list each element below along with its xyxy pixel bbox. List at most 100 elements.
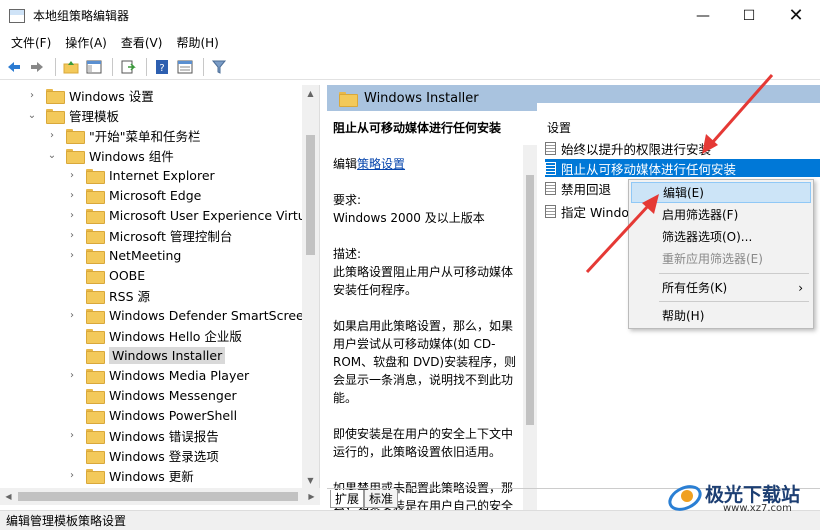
context-menu-help[interactable]: 帮助(H) (631, 305, 811, 326)
show-hide-tree-button[interactable] (84, 57, 104, 77)
tree-vertical-scrollbar[interactable]: ▲ ▼ (302, 85, 319, 489)
tree-item[interactable]: › Microsoft User Experience Virtualiz (66, 205, 319, 225)
folder-icon (86, 288, 105, 304)
tree-item[interactable]: Windows 登录选项 (66, 445, 219, 465)
tree-item[interactable]: › Microsoft 管理控制台 (66, 225, 232, 245)
tree-item-label: Windows Defender SmartScreen (109, 307, 312, 323)
folder-icon (86, 428, 105, 444)
properties-button[interactable] (175, 57, 195, 77)
requirements-value: Windows 2000 及以上版本 (333, 211, 485, 225)
menu-action[interactable]: 操作(A) (58, 34, 114, 51)
collapsed-chevron-icon[interactable]: › (66, 230, 78, 241)
tree-item[interactable]: Windows PowerShell (66, 405, 237, 425)
collapsed-chevron-icon[interactable]: › (66, 210, 78, 221)
collapsed-chevron-icon[interactable]: › (66, 170, 78, 181)
collapsed-chevron-icon[interactable]: › (66, 470, 78, 481)
scroll-down-icon[interactable]: ▼ (302, 472, 319, 489)
tree-item[interactable]: OOBE (66, 265, 145, 285)
description-scrollbar[interactable] (523, 145, 537, 530)
folder-icon (46, 108, 65, 124)
tree-item[interactable]: › Windows Media Player (66, 365, 249, 385)
menu-separator (659, 273, 809, 274)
tree-item[interactable]: › Windows 设置 (26, 85, 154, 105)
tree-horizontal-scrollbar[interactable]: ◀ ▶ (0, 488, 320, 505)
policy-editor-app-icon (9, 8, 25, 23)
tree-item-label: OOBE (109, 267, 146, 283)
scroll-thumb[interactable] (306, 135, 315, 255)
tree-item-label: Windows 组件 (89, 148, 174, 164)
scroll-left-icon[interactable]: ◀ (0, 488, 17, 505)
close-button[interactable]: ✕ (772, 0, 820, 31)
expanded-chevron-icon[interactable]: ⌄ (46, 150, 58, 161)
scroll-thumb[interactable] (526, 175, 534, 425)
menu-help[interactable]: 帮助(H) (169, 34, 225, 51)
collapsed-chevron-icon[interactable]: › (66, 370, 78, 381)
scroll-up-icon[interactable]: ▲ (302, 85, 319, 102)
tree-item-selected[interactable]: Windows Installer (66, 345, 226, 365)
edit-policy-link[interactable]: 策略设置 (357, 157, 405, 171)
folder-icon (86, 268, 105, 284)
tree-item-label: Windows Hello 企业版 (109, 328, 242, 344)
up-folder-button[interactable] (61, 57, 81, 77)
tree-item[interactable]: › Windows 错误报告 (66, 425, 219, 445)
collapsed-chevron-icon[interactable]: › (66, 430, 78, 441)
setting-row[interactable]: 始终以提升的权限进行安装 (545, 139, 820, 157)
back-button[interactable] (4, 57, 24, 77)
description-paragraph-2: 即使安装是在用户的安全上下文中运行的，此策略设置依旧适用。 (333, 427, 514, 459)
details-header-title: Windows Installer (364, 90, 479, 106)
forward-arrow-icon (31, 62, 43, 72)
menu-separator (659, 301, 809, 302)
site-watermark: 极光下载站 www.xz7.com (665, 476, 820, 516)
scroll-right-icon[interactable]: ▶ (303, 488, 320, 505)
tree-item[interactable]: RSS 源 (66, 285, 150, 305)
tree-item[interactable]: Windows Hello 企业版 (66, 325, 242, 345)
tab-extended[interactable]: 扩展 (330, 490, 365, 508)
tree-item[interactable]: Windows Messenger (66, 385, 237, 405)
collapsed-chevron-icon[interactable]: › (66, 310, 78, 321)
tab-standard[interactable]: 标准 (364, 490, 399, 508)
export-list-button[interactable] (118, 57, 138, 77)
context-menu-all-tasks[interactable]: 所有任务(K) › (631, 277, 811, 298)
tree-item[interactable]: › NetMeeting (66, 245, 181, 265)
setting-row-selected[interactable]: 阻止从可移动媒体进行任何安装 (545, 159, 820, 177)
collapsed-chevron-icon[interactable]: › (26, 90, 38, 101)
context-menu-enable-filter[interactable]: 启用筛选器(F) (631, 204, 811, 225)
setting-label: 始终以提升的权限进行安装 (561, 141, 712, 157)
maximize-button[interactable]: ☐ (726, 0, 772, 31)
tree-item[interactable]: ⌄ 管理模板 (26, 105, 119, 125)
folder-icon (86, 228, 105, 244)
tree-item[interactable]: ⌄ Windows 组件 (46, 145, 174, 165)
menu-item-label: 重新应用筛选器(E) (662, 252, 763, 266)
policy-setting-icon (545, 181, 556, 195)
tree-item[interactable]: › Windows Defender SmartScreen (66, 305, 312, 325)
tree-item-label: Windows 更新 (109, 468, 194, 484)
filter-icon (211, 60, 227, 74)
tree-item-label: Windows 设置 (69, 88, 154, 104)
window-controls: — ☐ ✕ (680, 0, 820, 31)
context-menu-edit[interactable]: 编辑(E) (631, 182, 811, 203)
expanded-chevron-icon[interactable]: ⌄ (26, 110, 38, 121)
tree-item-label: Windows 错误报告 (109, 428, 219, 444)
menu-view[interactable]: 查看(V) (114, 34, 170, 51)
settings-column-header[interactable]: 设置 (547, 119, 571, 136)
tree-item[interactable]: › Internet Explorer (66, 165, 215, 185)
policy-setting-icon (545, 141, 556, 155)
context-menu-filter-options[interactable]: 筛选器选项(O)... (631, 226, 811, 247)
minimize-button[interactable]: — (680, 0, 726, 31)
filter-button[interactable] (209, 57, 229, 77)
forward-button[interactable] (27, 57, 47, 77)
tree-item[interactable]: › Windows 更新 (66, 465, 194, 485)
collapsed-chevron-icon[interactable]: › (46, 130, 58, 141)
toolbar-separator (203, 58, 204, 76)
tree-item-label: Windows Installer (109, 346, 226, 364)
tree-item[interactable]: › "开始"菜单和任务栏 (46, 125, 201, 145)
submenu-chevron-icon: › (798, 280, 803, 295)
menu-item-label: 所有任务(K) (662, 281, 728, 295)
tree-item[interactable]: › Microsoft Edge (66, 185, 201, 205)
help-button[interactable]: ? (152, 57, 172, 77)
collapsed-chevron-icon[interactable]: › (66, 250, 78, 261)
scroll-thumb[interactable] (18, 492, 298, 501)
menu-file[interactable]: 文件(F) (4, 34, 58, 51)
description-label: 描述: (333, 247, 362, 261)
collapsed-chevron-icon[interactable]: › (66, 190, 78, 201)
